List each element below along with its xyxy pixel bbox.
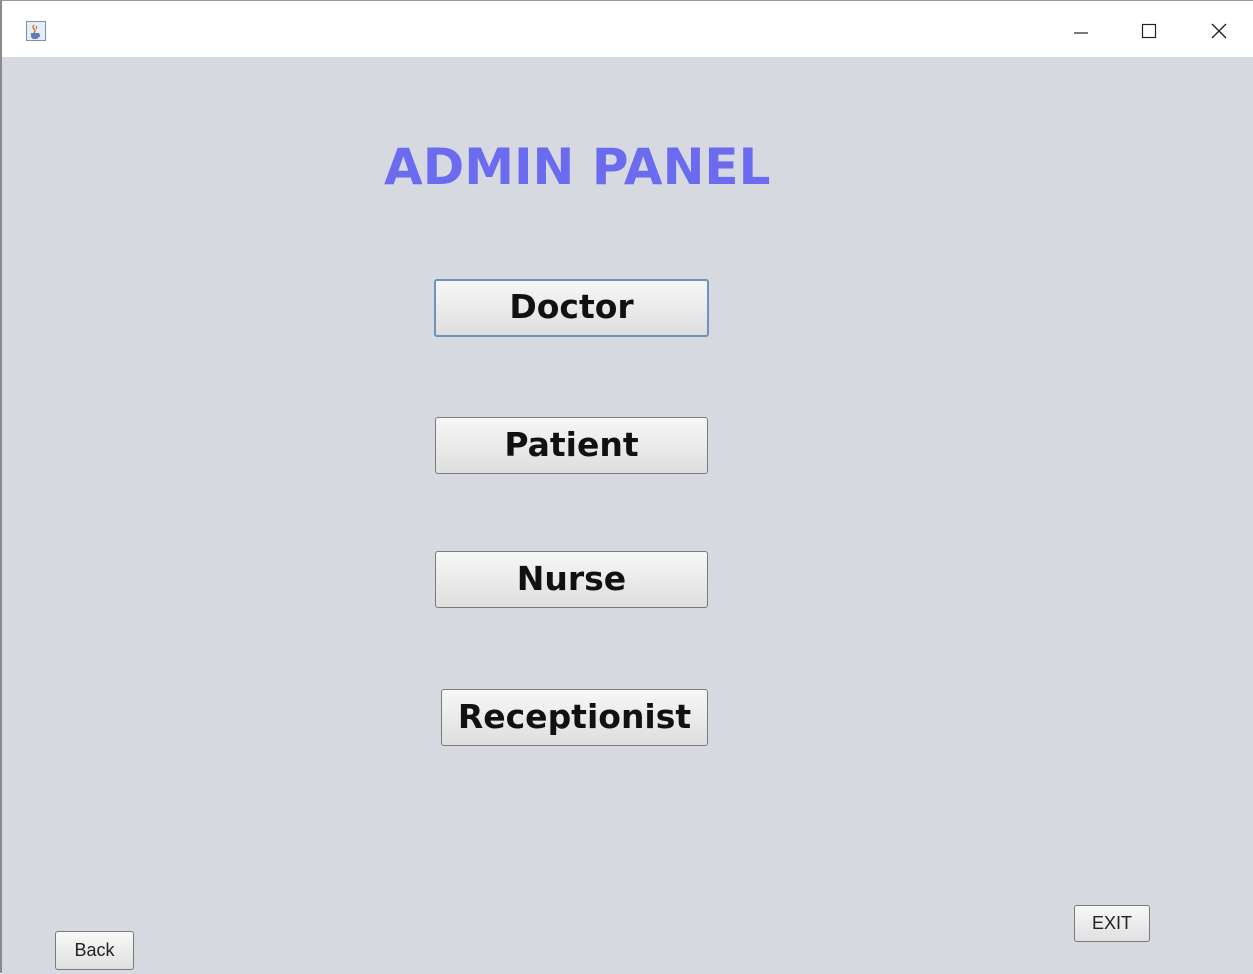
receptionist-button[interactable]: Receptionist xyxy=(441,689,708,746)
minimize-button[interactable] xyxy=(1058,11,1104,51)
close-button[interactable] xyxy=(1196,11,1242,51)
page-title: ADMIN PANEL xyxy=(384,138,771,196)
maximize-button[interactable] xyxy=(1126,11,1172,51)
admin-panel: ADMIN PANEL Doctor Patient Nurse Recepti… xyxy=(2,57,1253,974)
maximize-icon xyxy=(1141,23,1157,39)
back-button[interactable]: Back xyxy=(55,931,134,970)
nurse-button[interactable]: Nurse xyxy=(435,551,708,608)
minimize-icon xyxy=(1074,32,1088,34)
exit-button[interactable]: EXIT xyxy=(1074,905,1150,942)
close-icon xyxy=(1211,23,1227,39)
doctor-button[interactable]: Doctor xyxy=(434,279,709,337)
java-cup-icon xyxy=(26,21,46,41)
title-bar[interactable] xyxy=(2,1,1253,57)
app-window: ADMIN PANEL Doctor Patient Nurse Recepti… xyxy=(0,0,1253,974)
patient-button[interactable]: Patient xyxy=(435,417,708,474)
